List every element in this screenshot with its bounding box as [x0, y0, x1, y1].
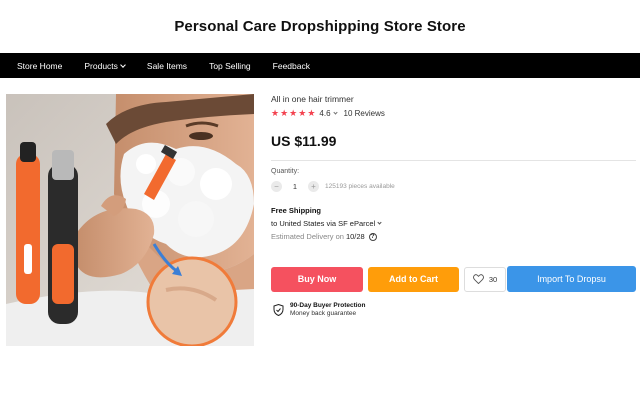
star-icon: ★ [307, 108, 316, 118]
store-header: Personal Care Dropshipping Store Store [0, 0, 640, 53]
protection-title: 90-Day Buyer Protection [290, 302, 366, 309]
chevron-down-icon[interactable] [332, 110, 338, 115]
protection-subtitle: Money back guarantee [290, 310, 357, 317]
buyer-protection: 90-Day Buyer Protection Money back guara… [273, 302, 366, 317]
nav-feedback[interactable]: Feedback [273, 61, 310, 71]
shipping-method[interactable]: to United States via SF eParcel [271, 219, 636, 228]
navbar: Store Home Products Sale Items Top Selli… [0, 53, 640, 78]
nav-label: Products [84, 60, 118, 71]
heart-icon [472, 274, 484, 284]
nav-store-home[interactable]: Store Home [17, 61, 62, 71]
product-photo [6, 94, 254, 346]
product-price: US $11.99 [271, 133, 337, 149]
star-icon: ★ [280, 108, 289, 118]
store-title: Personal Care Dropshipping Store Store [174, 18, 466, 35]
star-icon: ★ [298, 108, 307, 118]
product-image[interactable] [6, 94, 254, 346]
nav-label: Sale Items [146, 60, 188, 71]
buy-now-button[interactable]: Buy Now [271, 266, 363, 292]
quantity-value[interactable]: 1 [282, 182, 308, 191]
delivery-date: 10/28 [345, 232, 365, 241]
delivery-label: Estimated Delivery on [271, 232, 344, 241]
shipping-title: Free Shipping [271, 206, 322, 215]
nav-products[interactable]: Products [84, 60, 126, 71]
add-to-cart-button[interactable]: Add to Cart [368, 266, 459, 292]
help-icon[interactable]: ? [368, 232, 377, 241]
divider [271, 160, 636, 161]
product-title: All in one hair trimmer [271, 94, 354, 104]
nav-label: Top Selling [209, 60, 251, 71]
chevron-down-icon [120, 61, 126, 68]
quantity-stepper: − 1 + 125193 pieces available [271, 181, 636, 192]
wishlist-count: 30 [488, 274, 498, 284]
rating-row: ★ ★ ★ ★ ★ 4.6 10 Reviews [271, 109, 636, 119]
nav-label: Store Home [17, 60, 63, 71]
reviews-link[interactable]: 10 Reviews [344, 109, 385, 118]
quantity-label: Quantity: [271, 168, 300, 175]
nav-top-selling[interactable]: Top Selling [209, 61, 251, 71]
rating-value[interactable]: 4.6 [319, 109, 330, 118]
plus-icon[interactable]: + [308, 181, 319, 192]
star-icon: ★ [289, 108, 298, 118]
shield-check-icon [273, 303, 284, 316]
stock-available: 125193 pieces available [325, 183, 395, 190]
minus-icon[interactable]: − [271, 181, 282, 192]
nav-sale-items[interactable]: Sale Items [147, 61, 187, 71]
estimated-delivery: Estimated Delivery on 10/28 ? [271, 232, 636, 241]
action-buttons: Buy Now Add to Cart 30 Import To Dropsu [271, 266, 636, 292]
chevron-down-icon [377, 220, 382, 225]
nav-label: Feedback [272, 60, 310, 71]
import-to-dropsu-button[interactable]: Import To Dropsu [507, 266, 636, 292]
shipping-method-label: to United States via SF eParcel [271, 219, 376, 228]
rating-stars: ★ ★ ★ ★ ★ [271, 109, 316, 118]
wishlist-button[interactable]: 30 [464, 266, 506, 292]
product-details: All in one hair trimmer ★ ★ ★ ★ ★ 4.6 10… [271, 94, 636, 241]
star-icon: ★ [271, 108, 280, 118]
